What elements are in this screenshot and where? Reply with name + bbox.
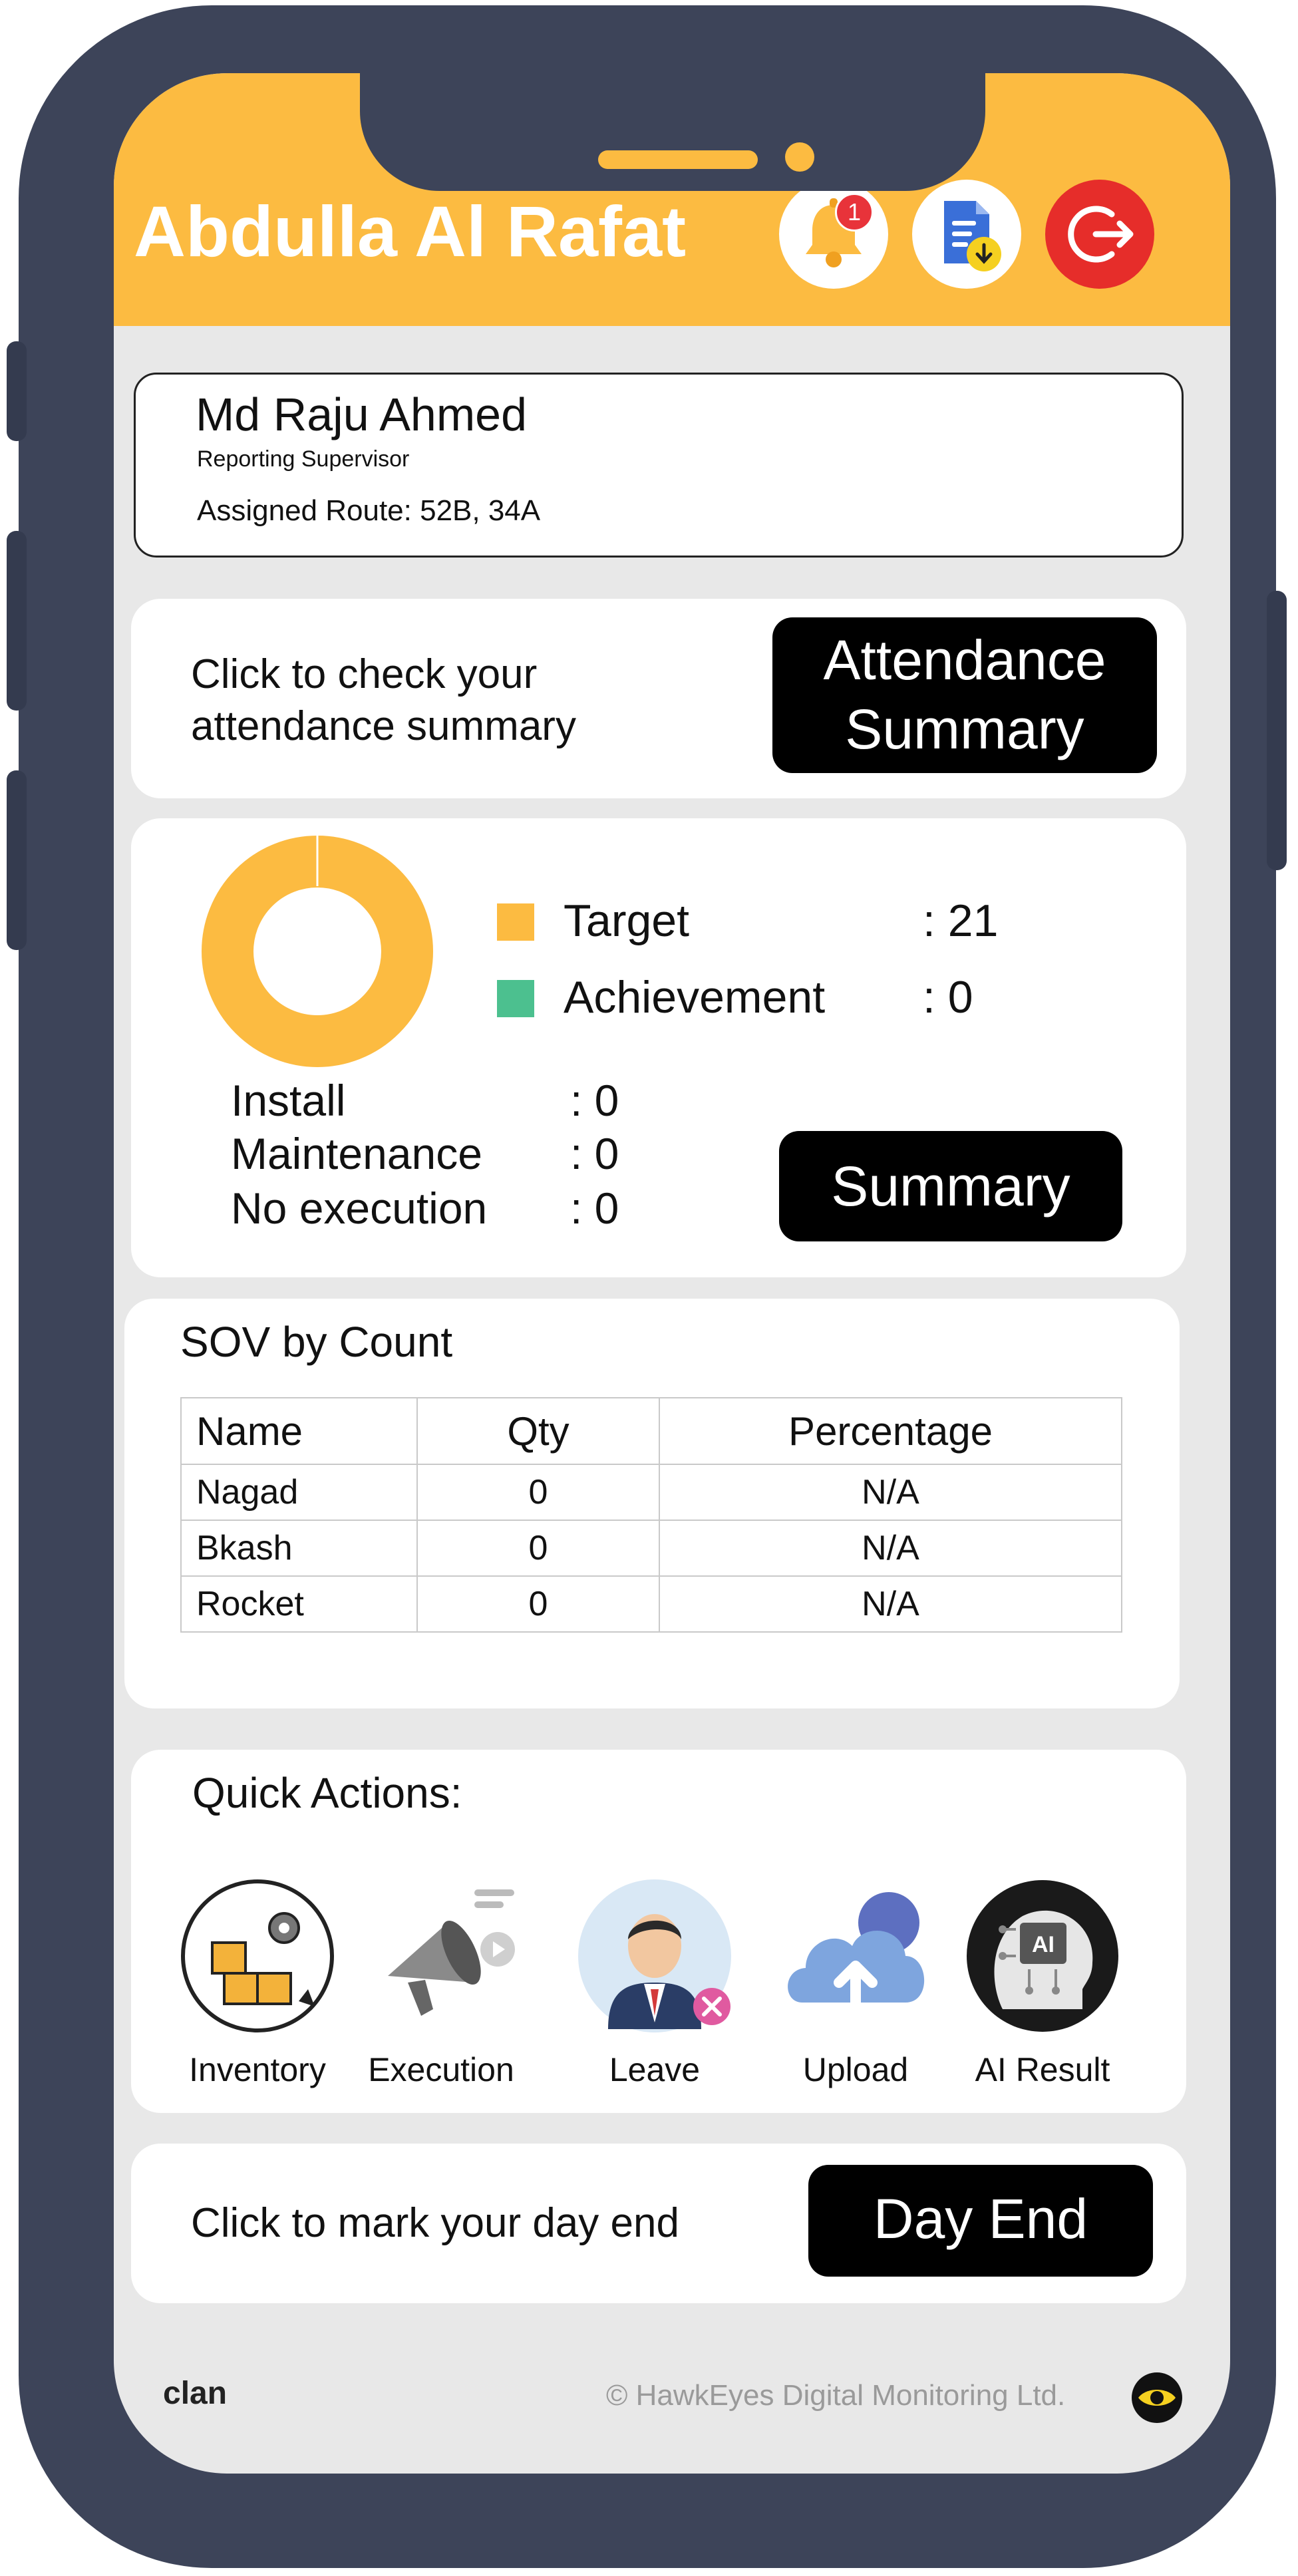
user-name-title: Abdulla Al Rafat	[134, 191, 687, 271]
sov-cell-name: Rocket	[180, 1575, 418, 1633]
quick-action-label: Inventory	[189, 2051, 326, 2088]
phone-volume-down-button	[7, 770, 27, 950]
day-end-card: Click to mark your day end Day End	[131, 2144, 1186, 2303]
quick-action-label: Upload	[802, 2051, 909, 2088]
supervisor-card: Md Raju Ahmed Reporting Supervisor Assig…	[134, 373, 1184, 558]
supervisor-name: Md Raju Ahmed	[196, 389, 528, 440]
phone-mute-button	[7, 341, 27, 441]
document-download-icon	[944, 201, 1001, 271]
quick-action-label: AI Result	[975, 2051, 1110, 2088]
table-row: Bkash 0 N/A	[180, 1520, 1122, 1577]
download-report-button[interactable]	[912, 180, 1021, 289]
quick-action-leave[interactable]: Leave	[568, 1876, 741, 2089]
app-screen: Abdulla Al Rafat 1 Md Raju Ahmed Reporti…	[114, 73, 1230, 2474]
sov-cell-qty: 0	[416, 1520, 660, 1577]
summary-button[interactable]: Summary	[779, 1131, 1122, 1241]
table-row: Nagad 0 N/A	[180, 1464, 1122, 1521]
legend-label-target: Target	[564, 895, 689, 946]
quick-action-label: Leave	[609, 2051, 701, 2088]
attendance-summary-button[interactable]: Attendance Summary	[772, 617, 1157, 773]
phone-volume-up-button	[7, 531, 27, 711]
copyright-text: © HawkEyes Digital Monitoring Ltd.	[606, 2379, 1066, 2412]
sov-header-row: Name Qty Percentage	[180, 1397, 1122, 1465]
sov-cell-percentage: N/A	[659, 1520, 1122, 1577]
supervisor-role: Reporting Supervisor	[197, 446, 410, 472]
hawkeyes-eye-icon	[1132, 2372, 1182, 2423]
install-label: Install	[231, 1076, 346, 1125]
bell-icon	[806, 198, 862, 267]
leave-icon	[578, 1879, 731, 2032]
legend-swatch-target	[497, 903, 534, 941]
phone-power-button	[1267, 591, 1287, 870]
svg-text:AI: AI	[1032, 1932, 1055, 1957]
legend-value-achievement: : 0	[923, 972, 973, 1023]
cloud-upload-icon	[788, 1892, 925, 2014]
day-end-button[interactable]: Day End	[808, 2165, 1153, 2277]
megaphone-icon	[388, 1889, 515, 2016]
quick-action-ai-result[interactable]: AI AI Result	[956, 1876, 1129, 2089]
notifications-button[interactable]: 1	[779, 180, 888, 289]
install-value: : 0	[570, 1076, 619, 1125]
sov-cell-percentage: N/A	[659, 1464, 1122, 1521]
quick-action-inventory[interactable]: Inventory	[171, 1876, 344, 2089]
legend-value-target: : 21	[923, 895, 999, 946]
quick-action-execution[interactable]: Execution	[355, 1876, 528, 2089]
attendance-prompt: Click to check your attendance summary	[191, 651, 576, 749]
day-end-prompt: Click to mark your day end	[191, 2200, 679, 2246]
sov-cell-qty: 0	[416, 1575, 660, 1633]
quick-action-label: Execution	[368, 2051, 514, 2088]
attendance-button-line2: Summary	[845, 698, 1084, 760]
target-donut-chart	[202, 833, 433, 1067]
quick-actions-title: Quick Actions:	[192, 1769, 462, 1817]
sov-header-percentage: Percentage	[659, 1397, 1122, 1465]
sov-cell-name: Nagad	[180, 1464, 418, 1521]
logout-button[interactable]	[1045, 180, 1154, 289]
assigned-route: Assigned Route: 52B, 34A	[197, 494, 541, 527]
sov-cell-qty: 0	[416, 1464, 660, 1521]
sov-title: SOV by Count	[180, 1318, 453, 1366]
phone-frame: Abdulla Al Rafat 1 Md Raju Ahmed Reporti…	[7, 5, 1287, 2568]
table-row: Rocket 0 N/A	[180, 1575, 1122, 1633]
sov-cell-name: Bkash	[180, 1520, 418, 1577]
notification-count-badge: 1	[835, 193, 874, 232]
no-execution-value: : 0	[570, 1184, 619, 1233]
sov-table: Name Qty Percentage Nagad 0 N/A Bkash 0 …	[180, 1397, 1122, 1633]
attendance-card: Click to check your attendance summary A…	[131, 599, 1186, 798]
logout-icon	[1068, 206, 1134, 263]
sov-header-name: Name	[180, 1397, 418, 1465]
performance-card: Target : 21 Achievement : 0 Install : 0 …	[131, 818, 1186, 1277]
ai-head-icon: AI	[967, 1880, 1118, 2032]
phone-speaker	[598, 150, 758, 169]
phone-notch	[360, 73, 985, 191]
legend-label-achievement: Achievement	[564, 972, 826, 1023]
legend-swatch-achievement	[497, 980, 534, 1017]
inventory-icon	[181, 1879, 334, 2032]
brand-logo: clan	[163, 2376, 228, 2411]
phone-camera	[785, 142, 814, 172]
sov-header-qty: Qty	[416, 1397, 660, 1465]
quick-action-upload[interactable]: Upload	[769, 1876, 942, 2089]
no-execution-label: No execution	[231, 1184, 488, 1233]
maintenance-label: Maintenance	[231, 1129, 482, 1178]
sov-cell-percentage: N/A	[659, 1575, 1122, 1633]
donut-slice-target	[202, 836, 433, 1067]
maintenance-value: : 0	[570, 1129, 619, 1178]
attendance-button-line1: Attendance	[823, 629, 1106, 691]
